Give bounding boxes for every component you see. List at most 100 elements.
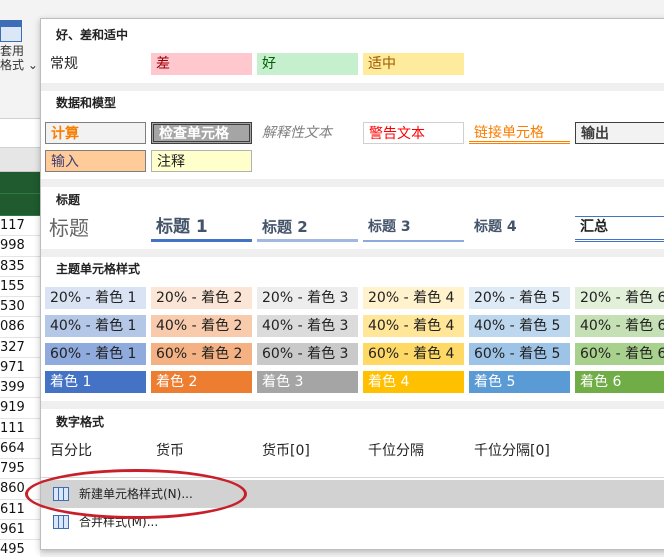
menu-separator	[41, 477, 664, 478]
sheet-cell[interactable]: 961	[0, 519, 40, 540]
ribbon-fragment: 套用 格式 ⌄	[0, 0, 40, 118]
style-heading-4[interactable]: 标题 4	[469, 216, 570, 242]
sheet-cell[interactable]: 117	[0, 216, 40, 237]
new-style-icon	[53, 487, 69, 501]
format-table-icon	[0, 20, 22, 42]
sheet-cell[interactable]: 399	[0, 378, 40, 399]
style-20-accent-1[interactable]: 20% - 着色 1	[45, 287, 146, 309]
sheet-cell[interactable]: 971	[0, 357, 40, 378]
format-as-table-label-2: 格式 ⌄	[0, 58, 38, 72]
style-calculation[interactable]: 计算	[45, 122, 146, 144]
style-20-accent-6[interactable]: 20% - 着色 6	[575, 287, 664, 309]
style-60-accent-2[interactable]: 60% - 着色 2	[151, 343, 252, 365]
sheet-cell[interactable]: 111	[0, 418, 40, 439]
themed-row-20: 20% - 着色 1 20% - 着色 2 20% - 着色 3 20% - 着…	[45, 287, 664, 311]
sheet-cell[interactable]: 155	[0, 276, 40, 297]
sheet-cell[interactable]: 919	[0, 398, 40, 419]
merge-styles-menu-item[interactable]: 合并样式(M)...	[41, 508, 664, 536]
section-separator	[41, 249, 664, 257]
header-row-filled	[0, 194, 40, 216]
style-title[interactable]: 标题	[45, 216, 146, 242]
style-heading-1[interactable]: 标题 1	[151, 216, 252, 242]
data-model-row-2: 输入 注释	[45, 150, 257, 174]
style-40-accent-6[interactable]: 40% - 着色 6	[575, 315, 664, 337]
style-check-cell[interactable]: 检查单元格	[151, 122, 252, 144]
sheet-cell[interactable]: 611	[0, 499, 40, 520]
style-good[interactable]: 好	[257, 53, 358, 75]
format-as-table-label-1: 套用	[0, 44, 25, 58]
header-row-filled	[0, 172, 40, 194]
sheet-cell[interactable]: 530	[0, 297, 40, 318]
style-total[interactable]: 汇总	[575, 216, 664, 242]
data-model-row-1: 计算 检查单元格 解释性文本 警告文本 链接单元格 输出	[45, 122, 664, 146]
style-60-accent-5[interactable]: 60% - 着色 5	[469, 343, 570, 365]
sheet-cell[interactable]: 495	[0, 540, 40, 557]
cell-styles-gallery: 好、差和适中 常规 差 好 适中 数据和模型 计算 检查单元格 解释性文本 警告…	[40, 18, 664, 550]
style-input[interactable]: 输入	[45, 150, 146, 172]
section-title-good-bad-neutral: 好、差和适中	[41, 24, 664, 46]
style-note[interactable]: 注释	[151, 150, 252, 172]
themed-row-100: 着色 1 着色 2 着色 3 着色 4 着色 5 着色 6	[45, 371, 664, 395]
new-cell-style-menu-item[interactable]: 新建单元格样式(N)...	[41, 480, 664, 508]
new-cell-style-label: 新建单元格样式(N)...	[79, 487, 193, 501]
style-accent-1[interactable]: 着色 1	[45, 371, 146, 393]
format-as-table-button[interactable]: 套用 格式 ⌄	[0, 20, 40, 72]
section-title-titles: 标题	[41, 189, 664, 211]
style-bad[interactable]: 差	[151, 53, 252, 75]
formula-bar[interactable]	[0, 118, 40, 148]
style-40-accent-5[interactable]: 40% - 着色 5	[469, 315, 570, 337]
style-linked-cell[interactable]: 链接单元格	[469, 122, 570, 144]
style-percent[interactable]: 百分比	[45, 440, 146, 462]
number-format-row: 百分比 货币 货币[0] 千位分隔 千位分隔[0]	[45, 440, 575, 464]
style-20-accent-2[interactable]: 20% - 着色 2	[151, 287, 252, 309]
style-output[interactable]: 输出	[575, 122, 664, 144]
style-neutral[interactable]: 适中	[363, 53, 464, 75]
style-comma-0[interactable]: 千位分隔[0]	[469, 440, 570, 462]
sheet-cell[interactable]: 998	[0, 236, 40, 257]
sheet-cells: 117 998 835 155 530 086 327 971 399 919 111 664 795 8…	[0, 216, 40, 557]
style-40-accent-4[interactable]: 40% - 着色 4	[363, 315, 464, 337]
style-20-accent-4[interactable]: 20% - 着色 4	[363, 287, 464, 309]
style-warning-text[interactable]: 警告文本	[363, 122, 464, 144]
style-accent-3[interactable]: 着色 3	[257, 371, 358, 393]
style-40-accent-2[interactable]: 40% - 着色 2	[151, 315, 252, 337]
merge-styles-icon	[53, 515, 69, 529]
sheet-cell[interactable]: 664	[0, 438, 40, 459]
section-separator	[41, 83, 664, 91]
style-normal[interactable]: 常规	[45, 53, 146, 75]
style-20-accent-3[interactable]: 20% - 着色 3	[257, 287, 358, 309]
sheet-cell[interactable]: 327	[0, 337, 40, 358]
themed-row-40: 40% - 着色 1 40% - 着色 2 40% - 着色 3 40% - 着…	[45, 315, 664, 339]
section-title-data-model: 数据和模型	[41, 92, 664, 114]
style-accent-6[interactable]: 着色 6	[575, 371, 664, 393]
merge-styles-label: 合并样式(M)...	[79, 515, 159, 529]
style-heading-2[interactable]: 标题 2	[257, 216, 358, 242]
column-header	[0, 148, 40, 172]
style-accent-5[interactable]: 着色 5	[469, 371, 570, 393]
style-40-accent-1[interactable]: 40% - 着色 1	[45, 315, 146, 337]
section-title-number-format: 数字格式	[41, 411, 664, 433]
style-accent-4[interactable]: 着色 4	[363, 371, 464, 393]
sheet-cell[interactable]: 086	[0, 317, 40, 338]
themed-row-60: 60% - 着色 1 60% - 着色 2 60% - 着色 3 60% - 着…	[45, 343, 664, 367]
style-60-accent-4[interactable]: 60% - 着色 4	[363, 343, 464, 365]
good-bad-neutral-row: 常规 差 好 适中	[45, 53, 469, 77]
style-comma[interactable]: 千位分隔	[363, 440, 464, 462]
sheet-cell[interactable]: 835	[0, 256, 40, 277]
style-40-accent-3[interactable]: 40% - 着色 3	[257, 315, 358, 337]
style-currency[interactable]: 货币	[151, 440, 252, 462]
titles-row: 标题 标题 1 标题 2 标题 3 标题 4 汇总	[45, 216, 664, 242]
style-currency-0[interactable]: 货币[0]	[257, 440, 358, 462]
style-accent-2[interactable]: 着色 2	[151, 371, 252, 393]
sheet-cell[interactable]: 795	[0, 459, 40, 480]
style-60-accent-3[interactable]: 60% - 着色 3	[257, 343, 358, 365]
style-60-accent-1[interactable]: 60% - 着色 1	[45, 343, 146, 365]
sheet-cell[interactable]: 860	[0, 479, 40, 500]
style-heading-3[interactable]: 标题 3	[363, 216, 464, 242]
excel-window: 套用 格式 ⌄ 117 998 835 155 530 086 327 971 399 919 11…	[0, 0, 664, 557]
section-separator	[41, 179, 664, 187]
section-title-themed: 主题单元格样式	[41, 258, 664, 280]
style-explanatory-text[interactable]: 解释性文本	[257, 122, 358, 144]
style-20-accent-5[interactable]: 20% - 着色 5	[469, 287, 570, 309]
style-60-accent-6[interactable]: 60% - 着色 6	[575, 343, 664, 365]
